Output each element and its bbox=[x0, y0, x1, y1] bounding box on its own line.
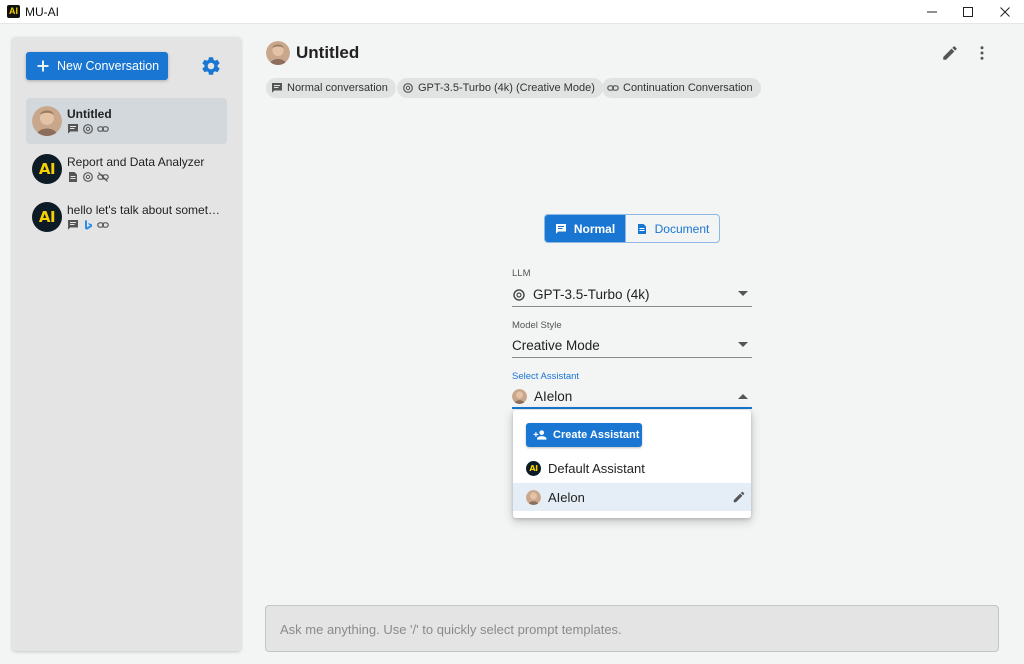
llm-label: LLM bbox=[512, 268, 531, 279]
chat-icon bbox=[555, 223, 566, 234]
assistant-select[interactable]: AIelon bbox=[512, 385, 752, 409]
llm-value: GPT-3.5-Turbo (4k) bbox=[533, 287, 650, 302]
mode-document-button[interactable]: Document bbox=[625, 215, 719, 242]
pencil-icon[interactable] bbox=[732, 490, 746, 504]
model-style-value: Creative Mode bbox=[512, 338, 600, 353]
model-chip: GPT-3.5-Turbo (4k) (Creative Mode) bbox=[397, 78, 603, 98]
avatar bbox=[526, 489, 541, 505]
add-person-icon bbox=[533, 430, 547, 440]
new-conversation-button[interactable]: New Conversation bbox=[26, 52, 168, 80]
plus-icon bbox=[37, 60, 49, 72]
caret-down-icon bbox=[738, 291, 748, 296]
document-icon bbox=[637, 223, 646, 234]
assistant-menu: Create Assistant AI Default Assistant AI… bbox=[513, 410, 751, 518]
new-conversation-label: New Conversation bbox=[57, 59, 160, 73]
minimize-icon bbox=[927, 11, 937, 13]
assistant-value: AIelon bbox=[534, 388, 573, 404]
conversation-item[interactable]: AI Report and Data Analyzer bbox=[26, 146, 227, 192]
link-off-icon bbox=[97, 172, 109, 182]
openai-icon bbox=[513, 288, 525, 301]
link-icon bbox=[97, 126, 109, 132]
avatar bbox=[512, 388, 527, 404]
bing-icon bbox=[85, 220, 92, 230]
mode-normal-button[interactable]: Normal bbox=[545, 215, 625, 242]
conversation-title: Untitled bbox=[67, 107, 112, 121]
llm-select[interactable]: GPT-3.5-Turbo (4k) bbox=[512, 283, 752, 307]
link-icon bbox=[97, 222, 109, 228]
app-logo-icon: AI bbox=[7, 5, 20, 18]
avatar bbox=[266, 41, 290, 65]
conversation-type-chip: Normal conversation bbox=[266, 78, 396, 98]
assistant-option[interactable]: AIelon bbox=[513, 483, 751, 511]
caret-down-icon bbox=[738, 342, 748, 347]
close-icon bbox=[1000, 7, 1010, 17]
avatar bbox=[32, 106, 62, 136]
chat-icon bbox=[272, 83, 282, 93]
link-icon bbox=[607, 85, 619, 91]
prompt-input[interactable]: Ask me anything. Use '/' to quickly sele… bbox=[265, 605, 999, 652]
conversation-item[interactable]: AI hello let's talk about something bbox=[26, 194, 227, 240]
conversation-item[interactable]: Untitled bbox=[26, 98, 227, 144]
ai-logo-avatar: AI bbox=[526, 460, 541, 476]
model-style-select[interactable]: Creative Mode bbox=[512, 334, 752, 358]
window-title: MU-AI bbox=[25, 5, 59, 19]
chat-icon bbox=[68, 220, 78, 230]
caret-up-icon bbox=[738, 394, 748, 399]
conversation-title: hello let's talk about something bbox=[67, 203, 223, 217]
create-assistant-button[interactable]: Create Assistant bbox=[526, 423, 642, 447]
more-vert-icon[interactable] bbox=[973, 44, 991, 62]
model-style-label: Model Style bbox=[512, 320, 562, 331]
pencil-icon[interactable] bbox=[941, 44, 959, 62]
continuation-chip: Continuation Conversation bbox=[602, 78, 761, 98]
page-title: Untitled bbox=[296, 43, 360, 62]
gear-icon[interactable] bbox=[200, 55, 222, 77]
openai-icon bbox=[403, 83, 413, 93]
openai-icon bbox=[83, 124, 93, 134]
close-button[interactable] bbox=[982, 0, 1024, 24]
ai-logo-avatar: AI bbox=[32, 202, 62, 232]
conversation-title: Report and Data Analyzer bbox=[67, 155, 205, 169]
sidebar: New Conversation Untitled AI Report and … bbox=[12, 37, 241, 651]
chat-icon bbox=[68, 124, 78, 134]
assistant-option[interactable]: AI Default Assistant bbox=[513, 454, 751, 482]
document-icon bbox=[69, 172, 77, 182]
title-bar: AI MU-AI bbox=[0, 0, 1024, 24]
ai-logo-avatar: AI bbox=[32, 154, 62, 184]
mode-toggle: Normal Document bbox=[544, 214, 720, 243]
maximize-icon bbox=[963, 7, 973, 17]
openai-icon bbox=[83, 172, 93, 182]
assistant-label: Select Assistant bbox=[512, 371, 580, 382]
